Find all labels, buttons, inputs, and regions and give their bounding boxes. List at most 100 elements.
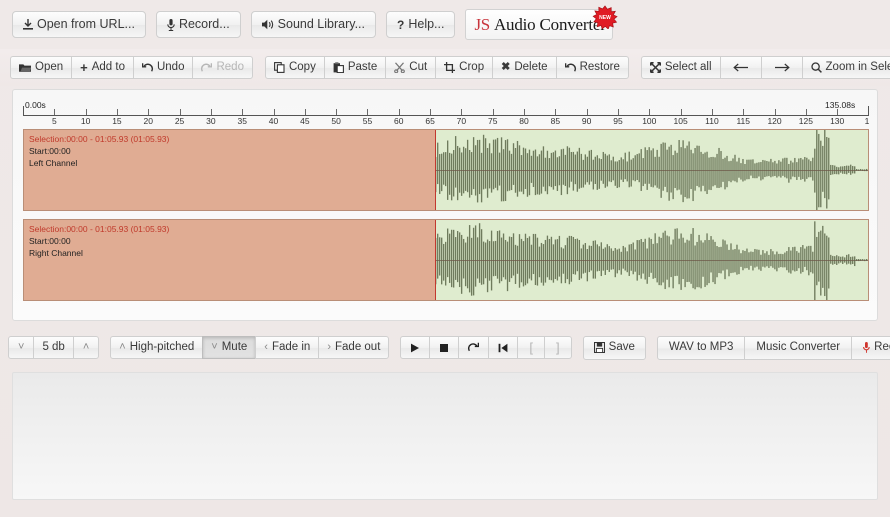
zoom-in-selection-button[interactable]: Zoom in Selection — [801, 56, 890, 79]
chevron-down-double-icon: ˅ — [211, 341, 218, 353]
right-channel-pane[interactable]: Selection:00:00 - 01:05.93 (01:05.93) St… — [23, 219, 869, 301]
ruler-tick-label: 130 — [830, 116, 845, 126]
ruler-tick-label: 80 — [519, 116, 529, 126]
cross-icon: ✖ — [501, 61, 511, 73]
undo-button[interactable]: Undo — [132, 56, 194, 79]
clipboard-button-group: Copy Paste Cut Crop ✖ Delete Restore — [264, 56, 629, 79]
ruler-tick-label: 55 — [362, 116, 373, 126]
save-label: Save — [608, 340, 635, 353]
high-pitched-button[interactable]: ˄ High-pitched — [110, 336, 204, 359]
ruler-tick — [617, 109, 619, 115]
lower-content-panel — [12, 372, 878, 500]
right-selection-region[interactable] — [24, 220, 436, 300]
ruler-tick-label: 100 — [642, 116, 657, 126]
ruler-tick-label: 65 — [425, 116, 435, 126]
app-logo[interactable]: JS Audio Converter NEW — [465, 5, 618, 40]
ruler-tick — [430, 109, 432, 115]
gain-increase-button[interactable]: ˄ — [72, 336, 100, 359]
mute-button[interactable]: ˅ Mute — [202, 336, 257, 359]
stop-button[interactable] — [429, 336, 460, 359]
select-all-button[interactable]: Select all — [640, 56, 721, 79]
ruler-tick-label: 40 — [268, 116, 279, 126]
help-button[interactable]: ? Help... — [386, 11, 456, 38]
crop-icon — [444, 62, 456, 73]
svg-text:NEW: NEW — [599, 15, 611, 21]
cut-label: Cut — [409, 60, 428, 73]
add-to-button[interactable]: + Add to — [71, 56, 134, 79]
ruler-tick-label: 25 — [174, 116, 185, 126]
chevron-right-icon: › — [327, 341, 331, 353]
music-converter-label: Music Converter — [756, 340, 841, 353]
record-label: Record... — [178, 17, 230, 32]
ruler-tick — [649, 109, 651, 115]
plus-icon: + — [80, 60, 88, 75]
play-button[interactable] — [400, 336, 431, 359]
gain-decrease-button[interactable]: ˅ — [8, 336, 35, 359]
ruler-end-label: 135.08s — [825, 100, 856, 110]
wav-to-mp3-button[interactable]: WAV to MP3 — [656, 335, 746, 360]
arrow-left-icon — [732, 63, 749, 72]
chevron-up-double-icon: ˄ — [119, 341, 126, 353]
ruler-tick-label: 10 — [80, 116, 91, 126]
scroll-right-button[interactable] — [760, 56, 803, 79]
microphone-red-icon — [863, 342, 870, 353]
logo-prefix: JS — [474, 14, 490, 34]
stop-icon — [439, 343, 449, 353]
links-button-group: WAV to MP3 Music Converter Record Voice — [656, 335, 890, 360]
cut-button[interactable]: Cut — [385, 56, 437, 79]
ruler-edge-end — [868, 106, 869, 116]
download-icon — [23, 19, 33, 30]
record-button[interactable]: Record... — [155, 11, 241, 38]
copy-label: Copy — [288, 60, 316, 73]
bracket-left-icon: [ — [529, 340, 534, 355]
copy-button[interactable]: Copy — [264, 56, 325, 79]
restore-button[interactable]: Restore — [555, 56, 629, 79]
bottom-toolbar: ˅ 5 db ˄ ˄ High-pitched ˅ Mute ‹ Fade in… — [0, 330, 890, 365]
selection-start-marker-button[interactable]: [ — [517, 336, 546, 359]
skip-to-start-button[interactable] — [488, 336, 519, 359]
waveform-editor-panel: 0.00s 135.08s 5 10 15 20 25 30 35 40 45 50 55 60 65 7… — [12, 89, 878, 321]
redo-arrow-icon — [201, 62, 213, 73]
music-converter-button[interactable]: Music Converter — [744, 335, 853, 360]
ruler-tick — [711, 109, 713, 115]
crop-button[interactable]: Crop — [435, 56, 494, 79]
ruler-tick-label-partial: 1 — [864, 116, 870, 126]
timeline-ruler[interactable]: 0.00s 135.08s 5 10 15 20 25 30 35 40 45 50 55 60 65 7… — [23, 98, 869, 126]
delete-button[interactable]: ✖ Delete — [492, 56, 557, 79]
ruler-tick — [85, 109, 87, 115]
scroll-left-button[interactable] — [719, 56, 762, 79]
undo-arrow-icon — [141, 62, 153, 73]
redo-button[interactable]: Redo — [192, 56, 253, 79]
folder-open-icon — [19, 63, 31, 73]
gain-stepper: ˅ 5 db ˄ — [8, 336, 100, 359]
logo-rest: Audio Converter — [493, 14, 606, 34]
audio-editor-app: Open from URL... Record... Sound Library… — [0, 0, 890, 517]
open-from-url-button[interactable]: Open from URL... — [12, 11, 146, 38]
help-label: Help... — [408, 17, 445, 32]
fade-in-label: Fade in — [271, 340, 311, 353]
save-button[interactable]: Save — [582, 335, 646, 360]
select-all-icon — [649, 62, 661, 73]
redo-label: Redo — [216, 60, 244, 73]
scissors-icon — [394, 62, 406, 73]
loop-button[interactable] — [458, 336, 490, 359]
ruler-tick-label: 50 — [331, 116, 341, 126]
paste-button[interactable]: Paste — [323, 56, 387, 79]
open-button[interactable]: Open — [10, 56, 73, 79]
fade-out-button[interactable]: › Fade out — [318, 336, 390, 359]
gain-value[interactable]: 5 db — [33, 336, 74, 359]
ruler-tick — [680, 109, 682, 115]
fade-in-button[interactable]: ‹ Fade in — [255, 336, 320, 359]
left-channel-pane[interactable]: Selection:00:00 - 01:05.93 (01:05.93) St… — [23, 129, 869, 211]
restore-arrow-icon — [564, 62, 576, 73]
left-selection-region[interactable] — [24, 130, 436, 210]
ruler-tick-label: 30 — [206, 116, 216, 126]
selection-end-marker-button[interactable]: ] — [544, 336, 572, 359]
chevron-left-icon: ‹ — [264, 341, 268, 353]
ruler-tick — [367, 109, 369, 115]
speaker-icon — [261, 19, 274, 30]
sound-library-button[interactable]: Sound Library... — [250, 11, 376, 38]
ruler-tick — [805, 109, 807, 115]
ruler-tick-label: 60 — [394, 116, 404, 126]
record-voice-button[interactable]: Record Voice — [851, 335, 890, 360]
